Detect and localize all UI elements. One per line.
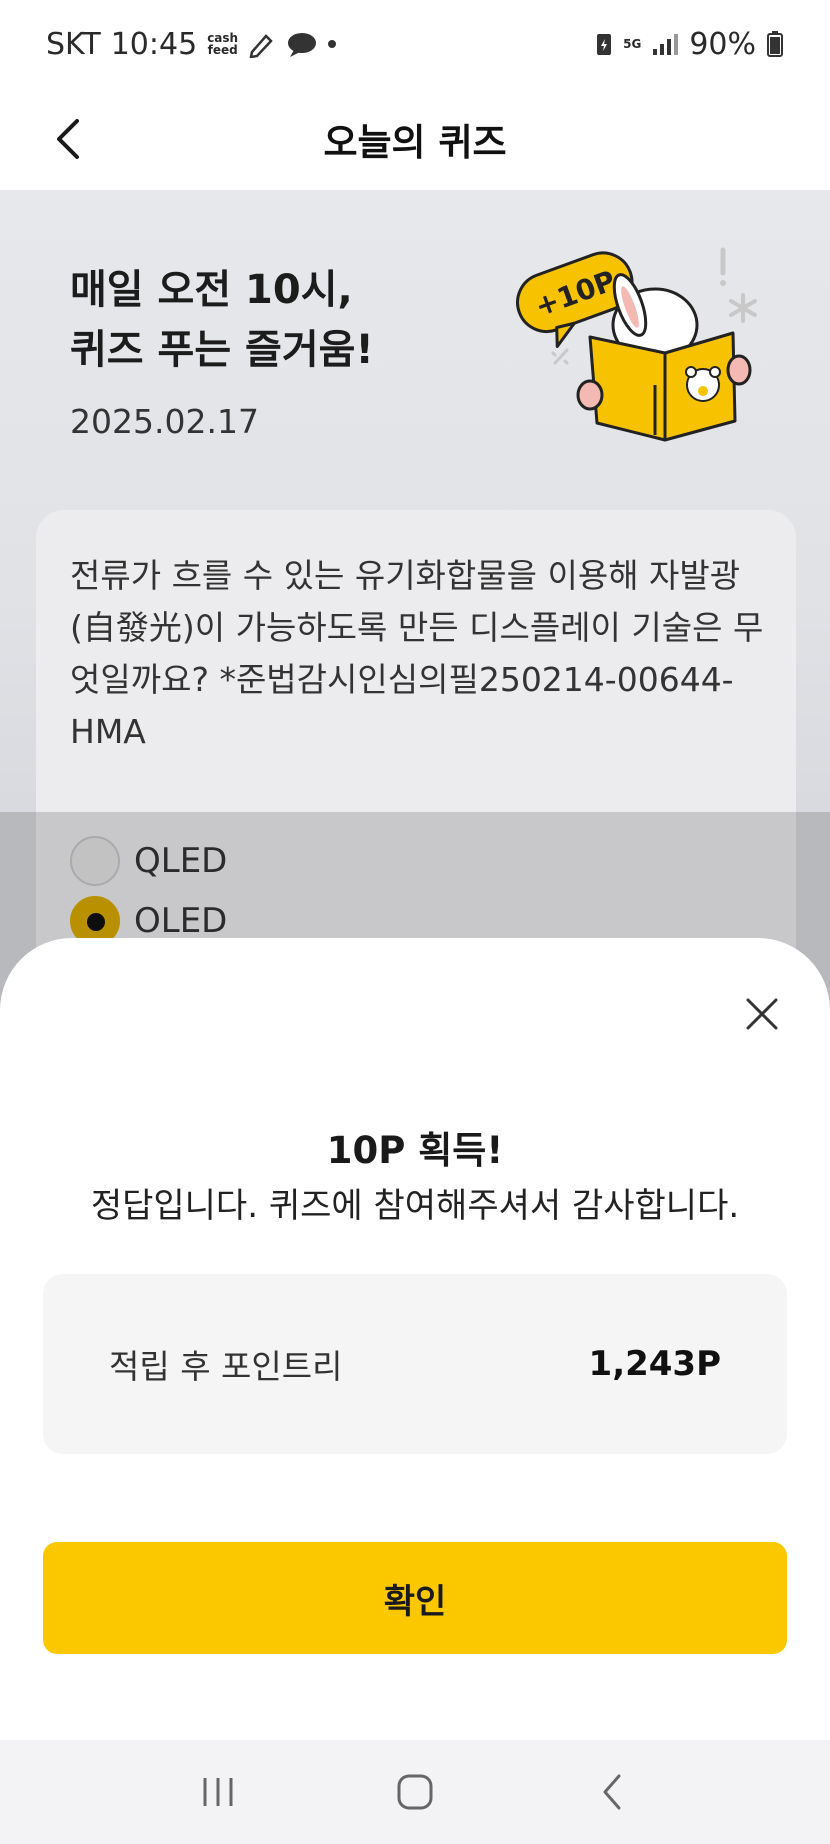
clock: 10:45 [110, 26, 198, 62]
page-title: 오늘의 퀴즈 [323, 121, 507, 164]
home-button[interactable] [385, 1762, 445, 1822]
notification-dot-icon [328, 40, 337, 48]
chevron-left-icon [57, 119, 79, 159]
points-summary: 적립 후 포인트리 1,243P [43, 1274, 787, 1454]
home-icon [397, 1774, 433, 1810]
recent-apps-icon [203, 1778, 233, 1806]
battery-saver-icon [597, 34, 612, 55]
carrier: SKT [46, 26, 101, 62]
result-message: 정답입니다. 퀴즈에 참여해주셔서 감사합니다. [90, 1186, 740, 1226]
quiz-date: 2025.02.17 [70, 402, 259, 441]
pencil-icon [249, 34, 273, 58]
result-bottom-sheet: 10P 획득! 정답입니다. 퀴즈에 참여해주셔서 감사합니다. 적립 후 포인… [0, 938, 830, 1740]
close-button[interactable] [740, 992, 784, 1036]
status-bar: SKT 10:45 cash feed 5G 90% [0, 0, 830, 88]
network-type: 5G [623, 37, 642, 51]
close-icon [746, 998, 778, 1030]
cashfeed-bottom: feed [207, 43, 238, 57]
status-right: 5G 90% [595, 27, 784, 62]
system-nav-bar [0, 1740, 830, 1844]
points-value: 1,243P [588, 1344, 721, 1384]
quiz-question: 전류가 흐를 수 있는 유기화합물을 이용해 자발광(自發光)이 가능하도록 만… [70, 556, 764, 751]
recent-apps-button[interactable] [188, 1762, 248, 1822]
signal-icon [653, 34, 679, 55]
rabbit-reading-book-icon: +10P [516, 247, 757, 442]
cashfeed-icon: cash feed [207, 32, 238, 56]
back-icon [603, 1774, 621, 1810]
hero-title: 매일 오전 10시, 퀴즈 푸는 즐거움! [70, 267, 374, 373]
app-header: 오늘의 퀴즈 [0, 88, 830, 190]
chat-bubble-icon [288, 33, 317, 57]
back-button[interactable] [40, 110, 96, 168]
battery-icon [767, 31, 783, 57]
status-left: SKT 10:45 cash feed [46, 26, 337, 62]
system-back-button[interactable] [582, 1762, 642, 1822]
battery-percent: 90% [689, 26, 756, 62]
confirm-button[interactable]: 확인 [43, 1542, 787, 1654]
hero-section: 매일 오전 10시, 퀴즈 푸는 즐거움! 2025.02.17 [70, 260, 374, 441]
points-label: 적립 후 포인트리 [109, 1347, 343, 1386]
reward-title: 10P 획득! [326, 1129, 504, 1172]
